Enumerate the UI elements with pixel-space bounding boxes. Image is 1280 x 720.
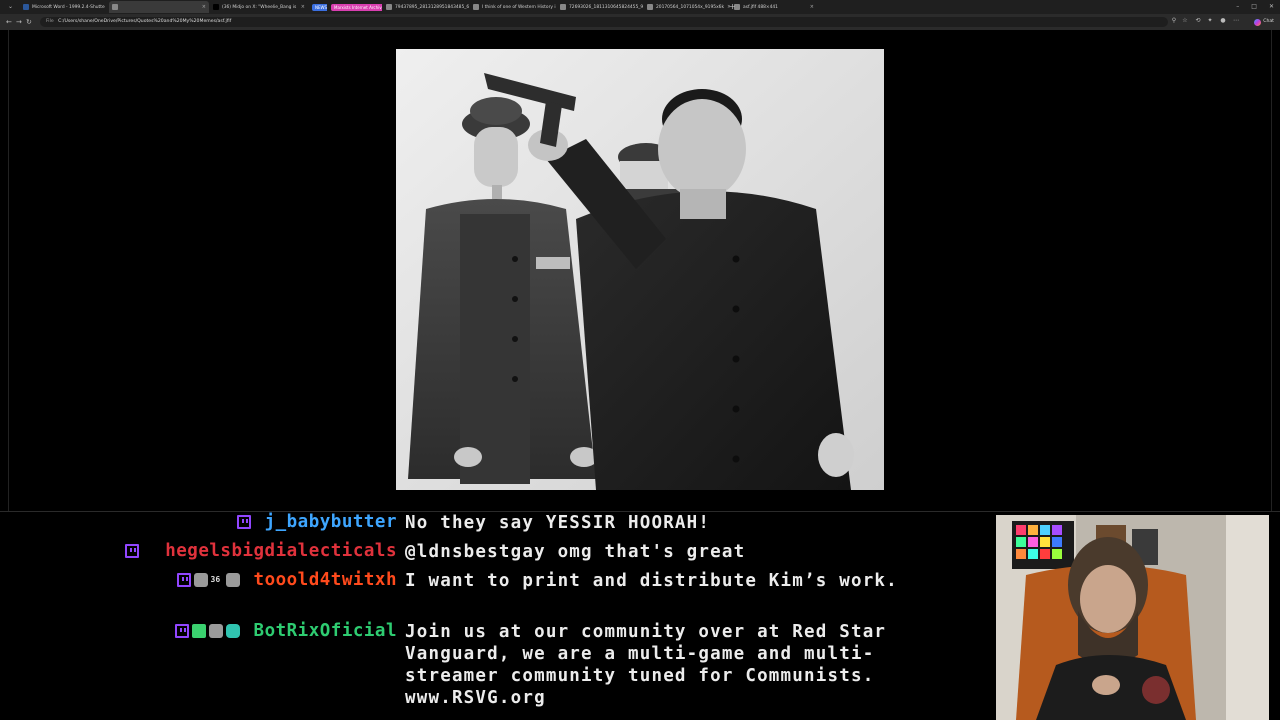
chat-text: No they say YESSIR HOORAH! — [405, 513, 711, 533]
twitch-icon — [236, 515, 251, 529]
forward-icon[interactable]: → — [16, 17, 22, 27]
photo-illustration — [396, 49, 884, 490]
url-text: C:/Users/shane/OneDrive/Pictures/Quotes%… — [58, 19, 232, 24]
badge-icon — [193, 573, 208, 587]
tab-6[interactable]: I think of one of Western History i× — [470, 1, 556, 13]
tab-2[interactable]: (36) Midjo on X: "Wheelie_Bang is × — [210, 1, 308, 13]
tab-1[interactable]: × — [109, 1, 209, 13]
chat-overlay: j_babybutter No they say YESSIR HOORAH! … — [0, 512, 995, 720]
favorites-icon[interactable]: ✦ — [1206, 17, 1214, 25]
tab-title: 72693026_1811310645824455_9 — [569, 4, 643, 10]
profile-icon[interactable]: ● — [1219, 17, 1227, 25]
more-icon[interactable]: ⋯ — [1232, 17, 1240, 25]
tab-title: Microsoft Word - 1999.2.4-Shutte — [32, 4, 105, 10]
address-input[interactable]: File C:/Users/shane/OneDrive/Pictures/Qu… — [40, 17, 1168, 27]
new-tab-button[interactable]: + — [729, 2, 736, 12]
refresh-icon[interactable]: ↻ — [26, 17, 32, 27]
tab-close-icon[interactable]: × — [105, 4, 109, 10]
tab-title: 20170564_1071054x_9195x6k — [656, 4, 724, 10]
tab-3[interactable]: NEWS — [309, 1, 327, 13]
chat-username: tooold4twitxh — [253, 570, 397, 590]
tab-favicon-icon — [112, 4, 118, 10]
back-icon[interactable]: ← — [6, 17, 12, 27]
tab-favicon-icon — [386, 4, 392, 10]
tab-title: asf.jfif 488×441 — [743, 4, 778, 10]
badge-list — [174, 624, 240, 638]
tab-search-icon[interactable]: ⌄ — [8, 2, 13, 12]
tab-bar: ⌄ Microsoft Word - 1999.2.4-Shutte××(36)… — [0, 0, 1280, 14]
badge-list — [125, 544, 140, 558]
window-controls: – □ ✕ — [1236, 1, 1274, 13]
webcam-feed — [996, 515, 1269, 720]
displayed-image — [396, 49, 884, 490]
tab-favicon-icon — [23, 4, 29, 10]
tab-5[interactable]: 79437895_2813128951843485_6× — [383, 1, 469, 13]
tab-9[interactable]: asf.jfif 488×441 × — [731, 1, 817, 13]
chat-username: hegelsbigdialecticals — [165, 541, 397, 561]
badge-list — [236, 515, 251, 529]
verified-icon — [191, 624, 206, 638]
badge-icon — [208, 624, 223, 638]
bot-icon — [225, 624, 240, 638]
copilot-button[interactable]: Chat — [1254, 17, 1274, 27]
tab-title: I think of one of Western History i — [482, 4, 556, 10]
tab-8[interactable]: 20170564_1071054x_9195x6k × — [644, 1, 730, 13]
copilot-icon — [1254, 18, 1262, 26]
protocol-label: File — [46, 19, 54, 24]
tab-4[interactable]: Marxists Internet Archive× — [328, 1, 382, 13]
tab-badge: NEWS — [312, 3, 327, 11]
maximize-button[interactable]: □ — [1251, 1, 1257, 13]
tab-close-icon[interactable]: × — [298, 4, 305, 10]
tab-favicon-icon — [213, 4, 219, 10]
chat-username: j_babybutter — [264, 512, 397, 532]
tab-badge: Marxists Internet Archive — [331, 3, 382, 11]
tab-0[interactable]: Microsoft Word - 1999.2.4-Shutte× — [20, 1, 108, 13]
chat-author: 36 tooold4twitxh — [176, 570, 397, 590]
twitch-icon — [174, 624, 189, 638]
chat-username: BotRixOficial — [253, 621, 397, 641]
chat-text: @ldnsbestgay omg that's great — [405, 542, 746, 562]
tab-title: 79437895_2813128951843485_6 — [395, 4, 469, 10]
tab-favicon-icon — [560, 4, 566, 10]
tab-close-icon[interactable]: × — [199, 4, 206, 10]
tab-favicon-icon — [647, 4, 653, 10]
browser-window: ⌄ Microsoft Word - 1999.2.4-Shutte××(36)… — [0, 0, 1280, 512]
minimize-button[interactable]: – — [1236, 1, 1239, 13]
extensions-icon[interactable]: ⟲ — [1194, 17, 1202, 25]
close-window-button[interactable]: ✕ — [1269, 1, 1274, 13]
twitch-icon — [125, 544, 140, 558]
copilot-label: Chat — [1263, 19, 1274, 24]
zoom-icon[interactable]: ⚲ — [1170, 17, 1178, 25]
address-bar-row: ← → ↻ File C:/Users/shane/OneDrive/Pictu… — [0, 14, 1280, 30]
webcam-illustration — [996, 515, 1269, 720]
tab-7[interactable]: 72693026_1811310645824455_9× — [557, 1, 643, 13]
favorite-icon[interactable]: ☆ — [1181, 17, 1189, 25]
tab-title: (36) Midjo on X: "Wheelie_Bang is — [222, 4, 297, 10]
chat-author: BotRixOficial — [174, 621, 397, 641]
tab-favicon-icon — [473, 4, 479, 10]
twitch-icon — [176, 573, 191, 587]
badge-list: 36 — [176, 573, 240, 587]
chat-author: hegelsbigdialecticals — [125, 541, 397, 561]
months-badge-icon: 36 — [210, 575, 221, 584]
chat-author: j_babybutter — [236, 512, 397, 532]
badge-icon — [225, 573, 240, 587]
chat-text: I want to print and distribute Kim’s wor… — [405, 571, 898, 591]
chat-text: Join us at our community over at Red Sta… — [405, 622, 898, 708]
tab-close-icon[interactable]: × — [807, 4, 814, 10]
